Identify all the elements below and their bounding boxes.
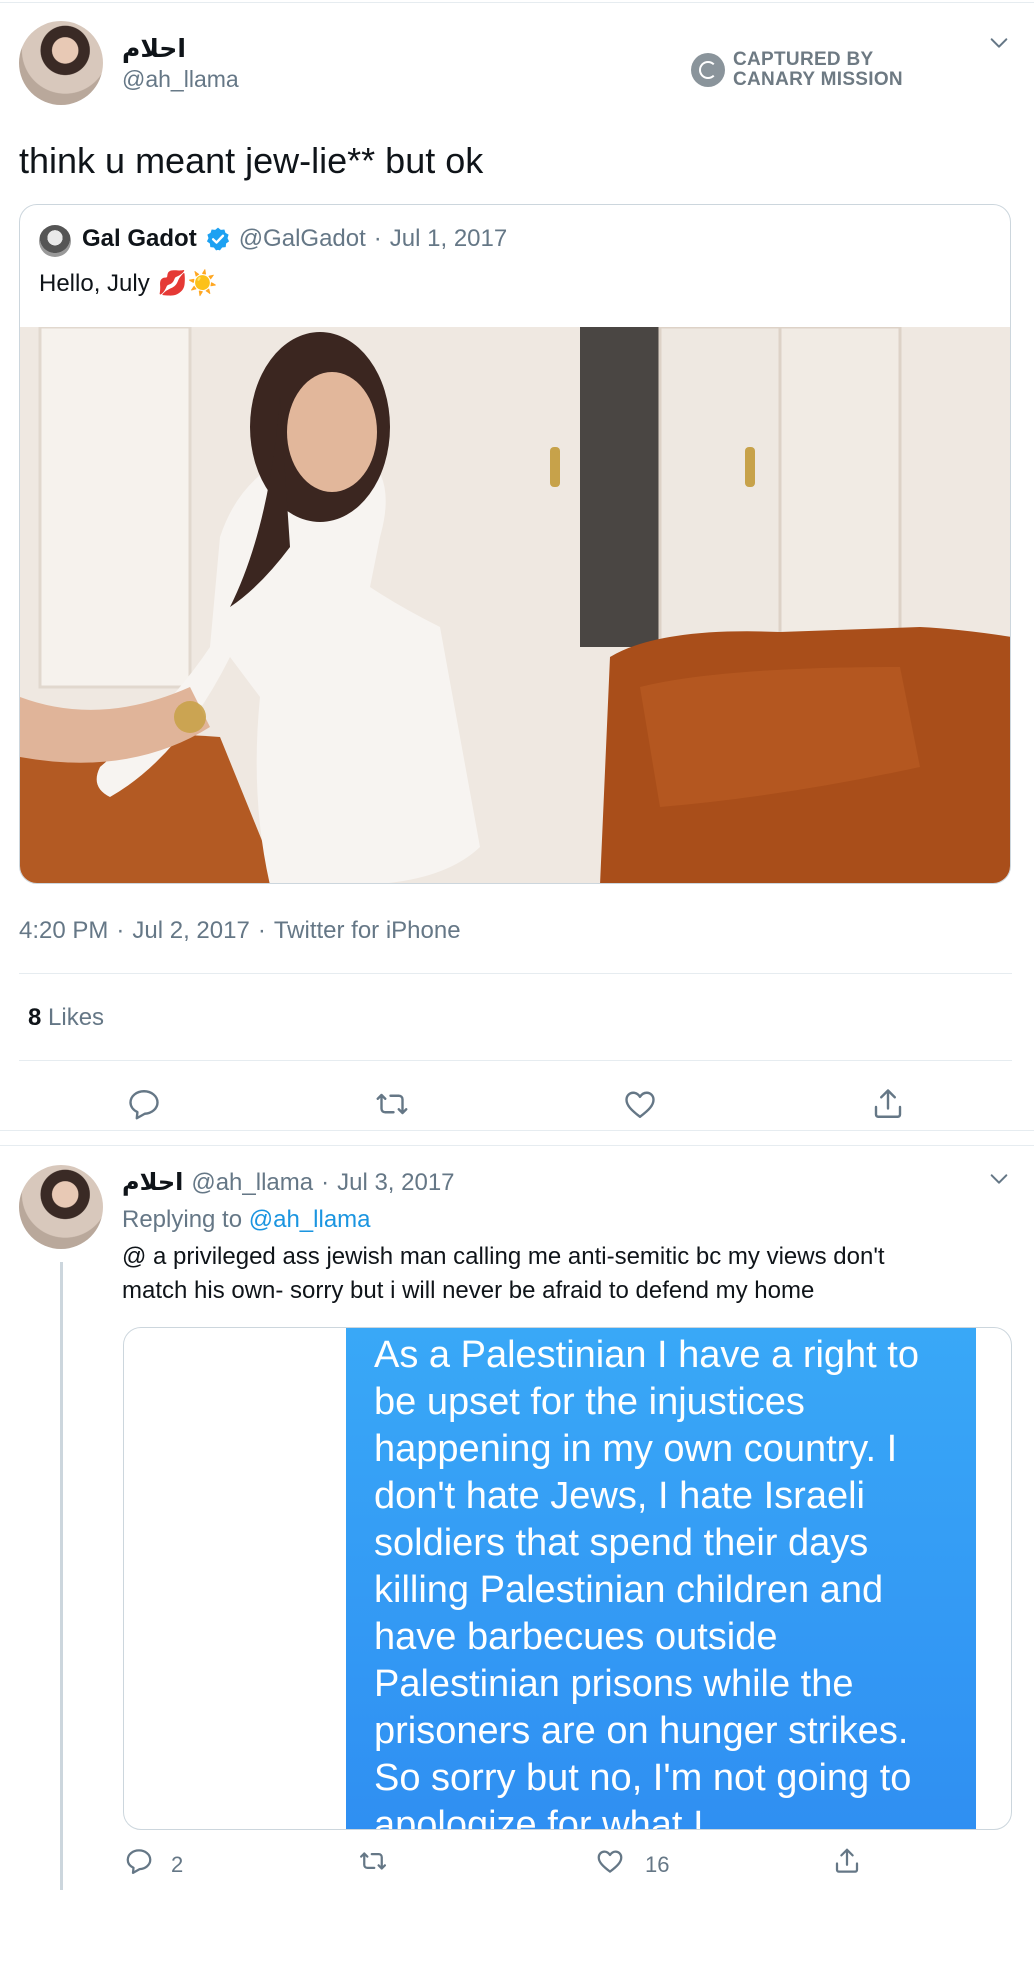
- chevron-down-icon[interactable]: [988, 1168, 1010, 1190]
- retweet-icon[interactable]: [358, 1846, 388, 1876]
- reply-text-line-1: @ a privileged ass jewish man calling me…: [122, 1243, 885, 1270]
- meta-sep-2: ·: [257, 917, 266, 944]
- quoted-date: Jul 1, 2017: [389, 225, 508, 252]
- reply-image-card[interactable]: As a Palestinian I have a right to be up…: [123, 1327, 1012, 1830]
- replying-to-handle[interactable]: @ah_llama: [249, 1206, 371, 1233]
- quoted-separator: ·: [373, 225, 382, 252]
- divider: [19, 1060, 1012, 1061]
- thread-line: [60, 1262, 63, 1890]
- divider: [19, 973, 1012, 974]
- like-count: 16: [645, 1852, 670, 1877]
- reply-author-handle[interactable]: @ah_llama: [191, 1169, 313, 1197]
- likes-count-link[interactable]: 8 Likes: [28, 1004, 104, 1032]
- tweet-time: 4:20 PM: [19, 917, 109, 944]
- top-divider: [0, 2, 1034, 3]
- quoted-author-avatar: [39, 225, 71, 257]
- share-icon[interactable]: [870, 1086, 906, 1122]
- reply-text: @ a privileged ass jewish man calling me…: [122, 1240, 1012, 1308]
- quoted-photo[interactable]: [20, 327, 1010, 883]
- watermark-line2: CANARY MISSION: [733, 69, 903, 90]
- reply-separator: ·: [321, 1169, 330, 1196]
- reply-date[interactable]: Jul 3, 2017: [337, 1169, 454, 1197]
- photo-illustration: [20, 327, 1010, 883]
- replying-to-label: Replying to: [122, 1206, 243, 1233]
- quoted-emoji: 💋☀️: [157, 270, 218, 297]
- chevron-down-icon[interactable]: [988, 32, 1010, 54]
- divider: [0, 1145, 1034, 1146]
- canary-mission-watermark: CAPTURED BY CANARY MISSION: [691, 50, 903, 90]
- replying-to: Replying to @ah_llama: [122, 1206, 371, 1234]
- reply-text-line-2: match his own- sorry but i will never be…: [122, 1277, 815, 1304]
- watermark-text: CAPTURED BY CANARY MISSION: [733, 50, 903, 90]
- author-handle[interactable]: @ah_llama: [122, 66, 239, 93]
- meta-sep-1: ·: [116, 917, 125, 944]
- author-avatar[interactable]: [19, 21, 103, 105]
- likes-count: 8: [28, 1004, 42, 1031]
- author-name[interactable]: احلام: [122, 34, 186, 64]
- like-heart-icon[interactable]: [595, 1846, 625, 1876]
- tweet-text: think u meant jew-lie** but ok: [19, 140, 484, 181]
- likes-label: Likes: [48, 1004, 105, 1031]
- divider: [0, 1130, 1034, 1131]
- quoted-author-handle: @GalGadot: [238, 225, 366, 252]
- quoted-text: Hello, July: [39, 269, 150, 297]
- reply-author-name[interactable]: احلام: [122, 1168, 183, 1197]
- message-bubble-image: As a Palestinian I have a right to be up…: [346, 1328, 976, 1830]
- quoted-header: Gal Gadot @GalGadot · Jul 1, 2017: [82, 225, 507, 253]
- quoted-text-row: Hello, July 💋☀️: [39, 269, 217, 298]
- share-icon[interactable]: [832, 1846, 862, 1876]
- tweet-source[interactable]: Twitter for iPhone: [274, 917, 461, 945]
- quoted-tweet-card[interactable]: Gal Gadot @GalGadot · Jul 1, 2017 Hello,…: [19, 204, 1011, 884]
- image-text: As a Palestinian I have a right to be up…: [374, 1334, 919, 1830]
- canary-logo-icon: [691, 53, 725, 87]
- reply-header: احلام @ah_llama · Jul 3, 2017: [122, 1168, 455, 1197]
- reply-icon[interactable]: [126, 1086, 162, 1122]
- tweet-meta: 4:20 PM · Jul 2, 2017 · Twitter for iPho…: [19, 917, 461, 945]
- retweet-icon[interactable]: [374, 1086, 410, 1122]
- like-heart-icon[interactable]: [622, 1086, 658, 1122]
- reply-count: 2: [171, 1852, 184, 1877]
- quoted-author-name: Gal Gadot: [82, 225, 197, 252]
- verified-badge-icon: [206, 227, 229, 251]
- tweet-date[interactable]: Jul 2, 2017: [132, 917, 249, 945]
- reply-icon[interactable]: [124, 1846, 154, 1876]
- watermark-line1: CAPTURED BY: [733, 49, 874, 70]
- reply-author-avatar[interactable]: [19, 1165, 103, 1249]
